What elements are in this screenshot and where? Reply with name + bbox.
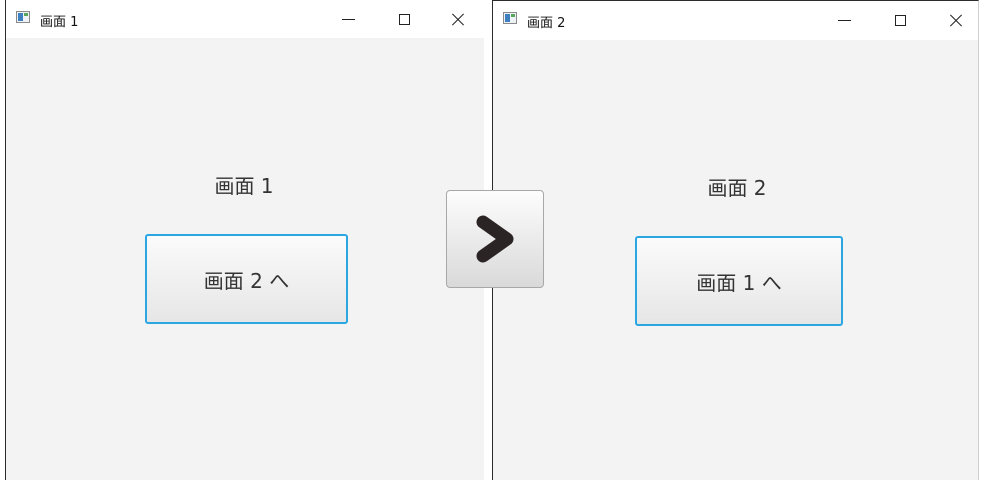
go-to-screen-2-button[interactable]: 画面 2 へ (145, 234, 348, 324)
minimize-button[interactable] (331, 4, 365, 34)
maximize-icon (398, 13, 410, 25)
window-screen-2: 画面 2 画面 2 画面 1 へ (492, 0, 979, 480)
transition-arrow (446, 190, 544, 288)
screen-label: 画面 1 (214, 174, 274, 198)
window-title: 画面 2 (527, 16, 566, 31)
close-button[interactable] (441, 4, 475, 34)
app-icon (503, 12, 517, 24)
maximize-button[interactable] (387, 4, 421, 34)
close-icon (949, 13, 963, 27)
title-bar[interactable]: 画面 1 (6, 0, 484, 38)
maximize-button[interactable] (883, 5, 917, 35)
window-screen-1: 画面 1 画面 1 画面 2 へ (5, 0, 484, 480)
close-icon (451, 12, 465, 26)
close-button[interactable] (939, 5, 973, 35)
window-title: 画面 1 (40, 15, 79, 30)
go-to-screen-1-button[interactable]: 画面 1 へ (635, 236, 843, 326)
minimize-icon (837, 19, 851, 21)
app-icon (16, 11, 30, 23)
maximize-icon (894, 14, 906, 26)
chevron-right-icon (476, 215, 514, 263)
minimize-button[interactable] (827, 5, 861, 35)
minimize-icon (341, 18, 355, 20)
screen-label: 画面 2 (707, 176, 767, 200)
title-bar[interactable]: 画面 2 (493, 1, 978, 40)
